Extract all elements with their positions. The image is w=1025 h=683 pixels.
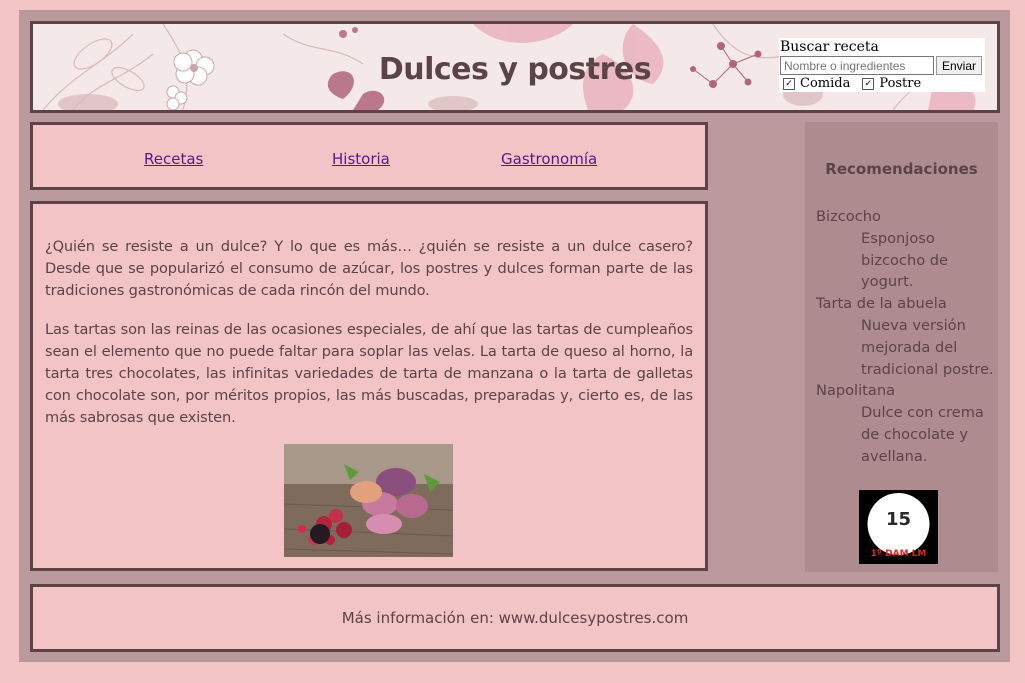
submit-button[interactable]: Enviar (936, 56, 982, 75)
recommendation-description: Nueva versión mejorada del tradicional p… (861, 316, 994, 378)
logo-caption: 1º DAM LM (871, 549, 927, 559)
comida-checkbox[interactable]: ✓ (783, 78, 795, 90)
site-header: Dulces y postres Buscar receta Enviar ✓C… (30, 21, 1000, 113)
postre-checkbox-label: Postre (879, 76, 922, 91)
recommendations-sidebar: Recomendaciones Bizcocho Esponjoso bizco… (805, 122, 998, 572)
nav-link-recetas[interactable]: Recetas (144, 150, 203, 168)
recommendation-name: Tarta de la abuela (816, 295, 947, 313)
sidebar-title: Recomendaciones (825, 160, 978, 178)
recommendation-name: Napolitana (816, 382, 896, 400)
site-footer: Más información en: www.dulcesypostres.c… (30, 584, 1000, 652)
nav-link-historia[interactable]: Historia (332, 150, 390, 168)
recommendation-description: Dulce con crema de chocolate y avellana. (861, 404, 984, 465)
recommendations-list: Bizcocho Esponjoso bizcocho de yogurt. T… (816, 206, 996, 468)
recipe-search-form: Buscar receta Enviar ✓ Comida ✓ Postre (779, 38, 985, 92)
cakes-paragraph: Las tartas son las reinas de las ocasion… (45, 321, 693, 426)
school-logo: 15 1º DAM LM (859, 490, 938, 564)
search-filters: ✓ Comida ✓ Postre (783, 76, 933, 91)
main-navigation: Recetas Historia Gastronomía (30, 122, 708, 190)
main-content: ¿Quién se resiste a un dulce? Y lo que e… (30, 201, 708, 571)
search-input[interactable] (780, 56, 934, 75)
footer-info: Más información en: www.dulcesypostres.c… (341, 609, 689, 627)
macarons-photo (284, 444, 453, 557)
nav-link-gastronomia[interactable]: Gastronomía (501, 150, 597, 168)
postre-checkbox[interactable]: ✓ (862, 78, 875, 90)
comida-checkbox-label: Comida (800, 76, 851, 91)
svg-text:15: 15 (886, 509, 911, 530)
search-label: Buscar receta (780, 39, 879, 55)
recommendation-name: Bizcocho (816, 208, 881, 225)
intro-paragraph: ¿Quién se resiste a un dulce? Y lo que e… (45, 238, 693, 299)
recommendation-description: Esponjoso bizcocho de yogurt. (861, 229, 949, 291)
